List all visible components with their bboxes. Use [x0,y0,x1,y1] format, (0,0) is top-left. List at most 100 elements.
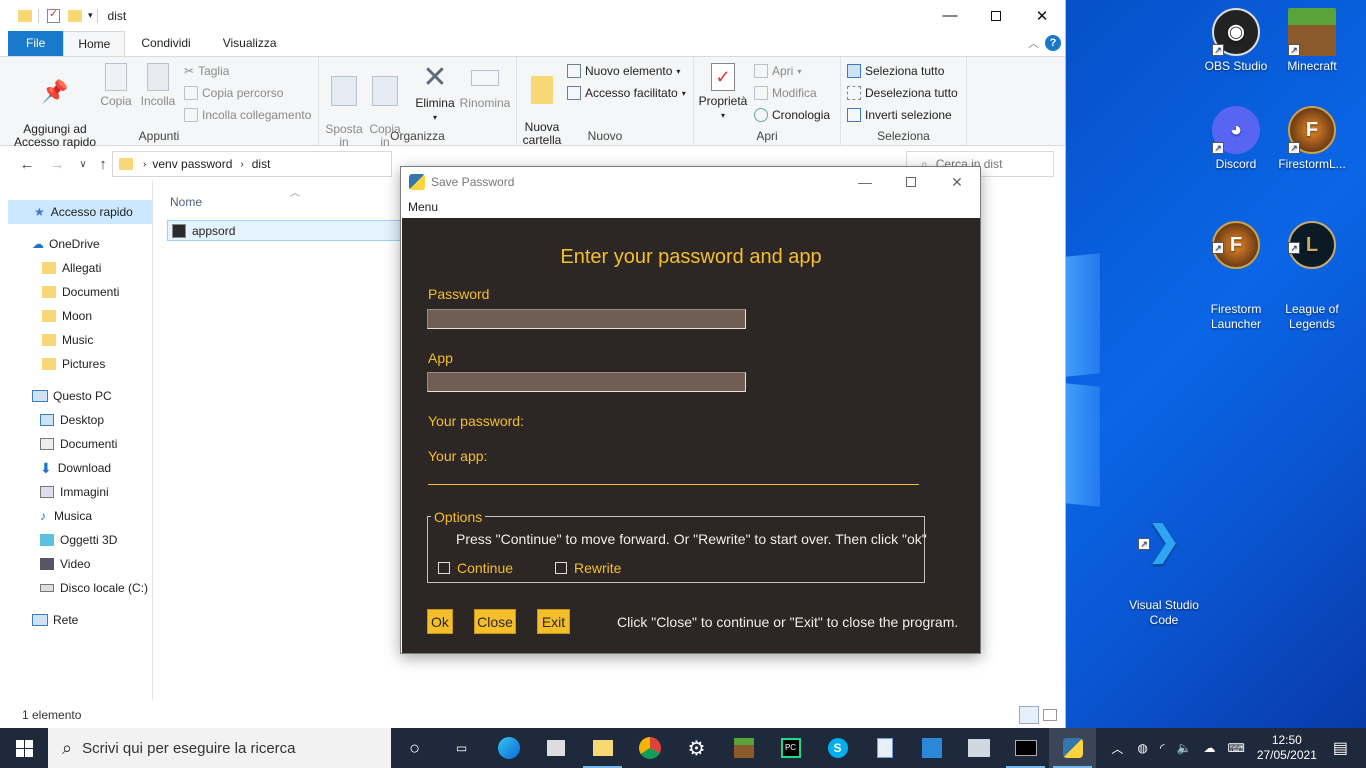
nav-item-allegati[interactable]: Allegati [8,256,152,280]
collapse-ribbon-icon[interactable]: ︿ [1028,35,1039,51]
continue-checkbox[interactable]: Continue [438,560,513,576]
rewrite-checkbox[interactable]: Rewrite [555,560,621,576]
clock[interactable]: 12:50 27/05/2021 [1257,733,1317,763]
edit-button[interactable]: Modifica [754,86,817,100]
recent-locations-chevron-icon[interactable]: ∨ [72,159,94,170]
ok-button[interactable]: Ok [427,609,453,634]
column-header-name[interactable]: Nome [170,195,202,209]
desktop-icon-vscode[interactable]: ❯ ↗ Visual Studio Code [1124,502,1204,628]
minimize-button[interactable]: — [927,0,973,31]
easy-access-button[interactable]: Accesso facilitato ▾ [567,86,686,100]
nav-item-music-pc[interactable]: ♪ Musica [8,504,152,528]
minecraft-taskbar-icon[interactable] [720,728,767,768]
skype-icon[interactable]: S [814,728,861,768]
delete-button[interactable]: ✕ Elimina ▾ [415,63,455,124]
close-button[interactable]: ✕ [1019,0,1065,31]
calendar-icon[interactable] [908,728,955,768]
start-button[interactable] [0,728,48,768]
meet-now-icon[interactable]: ◍ [1137,741,1147,755]
breadcrumb-chevron-icon[interactable]: › [143,159,146,170]
nav-item-video[interactable]: Video [8,552,152,576]
task-view-icon[interactable]: ▭ [438,728,485,768]
invert-selection-button[interactable]: Inverti selezione [847,108,952,122]
cut-button[interactable]: ✂ Taglia [184,64,229,78]
copy-button[interactable]: Copia [98,63,134,108]
paste-button[interactable]: Incolla [138,63,178,108]
settings-gear-icon[interactable]: ⚙ [673,728,720,768]
desktop-icon-firestorm[interactable]: F ↗ FirestormL... [1274,106,1350,172]
desktop-icon-obs[interactable]: ◉ ↗ OBS Studio [1198,8,1274,74]
maximize-button[interactable] [973,0,1019,31]
up-arrow-icon[interactable]: ↑ [92,156,114,173]
breadcrumb-venv-password[interactable]: venv password [152,157,232,171]
tab-view[interactable]: Visualizza [207,31,293,56]
close-dialog-button[interactable]: Close [474,609,516,634]
nav-item-documenti[interactable]: Documenti [8,280,152,304]
file-row[interactable]: appsord [167,220,407,241]
notepad-icon[interactable] [861,728,908,768]
history-button[interactable]: Cronologia [754,108,830,122]
address-box[interactable]: › venv password › dist [112,151,392,177]
python-taskbar-icon[interactable] [1049,728,1096,768]
taskbar-search-box[interactable]: ⌕ Scrivi qui per eseguire la ricerca [48,728,391,768]
tab-share[interactable]: Condividi [125,31,206,56]
store-icon[interactable] [532,728,579,768]
dialog-minimize-button[interactable]: — [842,167,888,197]
nav-item-desktop[interactable]: Desktop [8,408,152,432]
nav-item-local-disk[interactable]: Disco locale (C:) [8,576,152,600]
select-all-button[interactable]: Seleziona tutto [847,64,944,78]
breadcrumb-dist[interactable]: dist [252,157,271,171]
nav-item-moon[interactable]: Moon [8,304,152,328]
nav-onedrive[interactable]: ☁ OneDrive [8,232,152,256]
nav-item-download[interactable]: ⬇ Download [8,456,152,480]
details-view-icon[interactable] [1019,706,1039,724]
back-arrow-icon[interactable]: ← [16,156,38,173]
new-folder-quick-icon[interactable] [68,9,82,22]
select-none-button[interactable]: Deseleziona tutto [847,86,958,100]
paste-link-button[interactable]: Incolla collegamento [184,108,311,122]
dialog-close-button[interactable]: ✕ [934,167,980,197]
keyboard-icon[interactable]: ⌨ [1227,741,1244,755]
control-panel-icon[interactable] [955,728,1002,768]
cortana-icon[interactable]: ○ [391,728,438,768]
nav-quick-access[interactable]: ★ Accesso rapido [8,200,152,224]
dialog-menu[interactable]: Menu [401,197,980,217]
large-icons-view-icon[interactable] [1043,709,1057,721]
exit-button[interactable]: Exit [537,609,570,634]
notifications-icon[interactable]: ▤ [1333,738,1348,758]
nav-item-documents[interactable]: Documenti [8,432,152,456]
pycharm-icon[interactable]: PC [767,728,814,768]
properties-quick-icon[interactable]: ✓ [47,8,60,23]
wifi-icon[interactable]: ◜ [1160,741,1165,755]
terminal-icon[interactable] [1002,728,1049,768]
help-icon[interactable]: ? [1045,35,1061,51]
new-item-button[interactable]: Nuovo elemento ▾ [567,64,680,78]
chrome-icon[interactable] [626,728,673,768]
nav-item-pictures[interactable]: Pictures [8,352,152,376]
edge-icon[interactable] [485,728,532,768]
desktop-icon-discord[interactable]: ◕ ↗ Discord [1198,106,1274,172]
dialog-maximize-button[interactable] [888,167,934,197]
show-hidden-icons-chevron-icon[interactable]: ︿ [1111,740,1123,757]
open-button[interactable]: Apri ▾ [754,64,801,78]
breadcrumb-chevron-icon[interactable]: › [240,159,243,170]
nav-item-3d-objects[interactable]: Oggetti 3D [8,528,152,552]
nav-item-images[interactable]: Immagini [8,480,152,504]
password-input[interactable] [427,309,746,329]
nav-this-pc[interactable]: Questo PC [8,384,152,408]
forward-arrow-icon[interactable]: → [46,156,68,173]
app-input[interactable] [427,372,746,392]
quick-access-dropdown-icon[interactable]: ▾ [88,10,93,21]
volume-icon[interactable]: 🔈 [1177,741,1192,755]
properties-button[interactable]: ✓ Proprietà ▾ [698,63,748,122]
desktop-icon-minecraft[interactable]: ↗ Minecraft [1274,8,1350,74]
desktop-icon-firestorm-launcher[interactable]: F ↗ Firestorm Launcher [1198,206,1274,332]
tab-file[interactable]: File [8,31,64,56]
file-explorer-icon[interactable] [579,728,626,768]
copy-path-button[interactable]: Copia percorso [184,86,283,100]
nav-network[interactable]: Rete [8,608,152,632]
onedrive-tray-icon[interactable]: ☁ [1203,741,1215,755]
rename-button[interactable]: Rinomina [459,63,511,110]
nav-item-music[interactable]: Music [8,328,152,352]
tab-home[interactable]: Home [63,31,126,56]
